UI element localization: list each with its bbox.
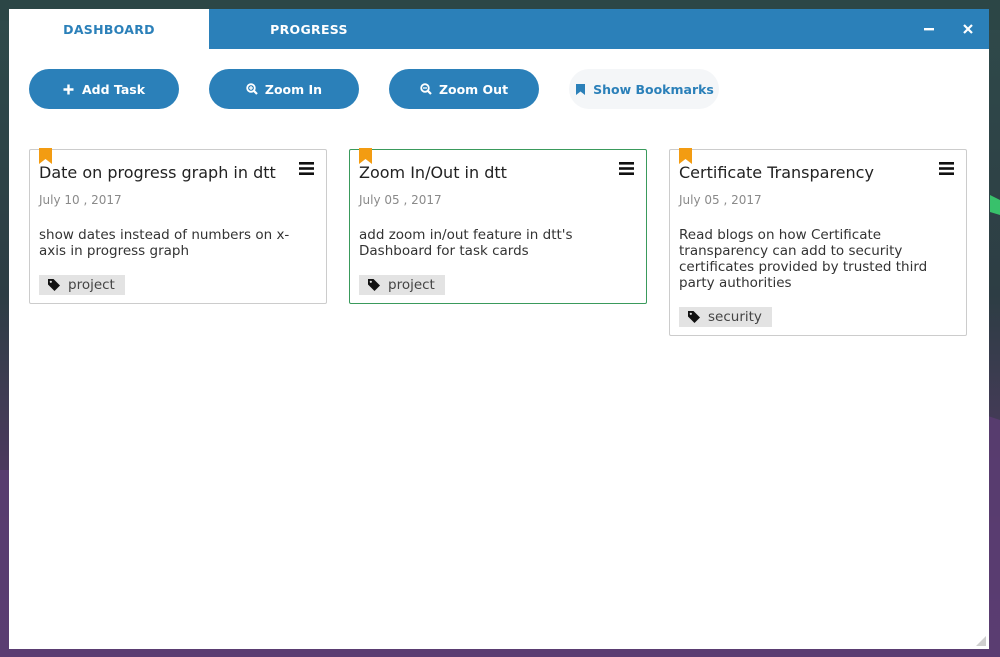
tag-icon — [688, 311, 700, 323]
show-bookmarks-label: Show Bookmarks — [593, 81, 714, 97]
add-task-label: Add Task — [81, 81, 146, 97]
card-description: Read blogs on how Certificate transparen… — [679, 227, 928, 291]
card-title: Zoom In/Out in dtt — [359, 163, 507, 182]
task-card[interactable]: Date on progress graph in dtt July 10 , … — [29, 148, 327, 304]
bookmark-ribbon-icon[interactable] — [359, 148, 372, 164]
card-menu-icon[interactable] — [299, 162, 314, 175]
card-date: July 10 , 2017 — [39, 193, 122, 207]
close-icon — [963, 24, 973, 34]
card-menu-icon[interactable] — [619, 162, 634, 175]
zoom-out-label: Zoom Out — [438, 81, 509, 97]
app-window: DASHBOARD PROGRESS Add Task Zoom In Zoom… — [9, 9, 989, 649]
zoom-in-label: Zoom In — [264, 81, 323, 97]
card-tag[interactable]: security — [679, 307, 772, 327]
tag-label: security — [708, 309, 762, 325]
tag-label: project — [68, 277, 115, 293]
tab-progress[interactable]: PROGRESS — [209, 9, 409, 49]
card-date: July 05 , 2017 — [359, 193, 442, 207]
card-date: July 05 , 2017 — [679, 193, 762, 207]
zoom-in-button[interactable]: Zoom In — [209, 69, 359, 109]
task-card[interactable]: Certificate Transparency July 05 , 2017 … — [669, 148, 967, 336]
close-button[interactable] — [958, 19, 978, 39]
card-title: Date on progress graph in dtt — [39, 163, 276, 182]
minus-icon — [924, 28, 934, 31]
zoom-out-icon — [420, 83, 432, 95]
card-menu-icon[interactable] — [939, 162, 954, 175]
tag-icon — [48, 279, 60, 291]
zoom-in-icon — [246, 83, 258, 95]
card-description: show dates instead of numbers on x-axis … — [39, 227, 290, 259]
card-tag[interactable]: project — [39, 275, 125, 295]
add-task-button[interactable]: Add Task — [29, 69, 179, 109]
card-description: add zoom in/out feature in dtt's Dashboa… — [359, 227, 573, 259]
plus-icon — [63, 83, 75, 95]
tab-bar: DASHBOARD PROGRESS — [9, 9, 989, 49]
show-bookmarks-button[interactable]: Show Bookmarks — [569, 69, 719, 109]
card-title: Certificate Transparency — [679, 163, 874, 182]
card-tag[interactable]: project — [359, 275, 445, 295]
tag-icon — [368, 279, 380, 291]
tab-dashboard[interactable]: DASHBOARD — [9, 9, 209, 49]
zoom-out-button[interactable]: Zoom Out — [389, 69, 539, 109]
minimize-button[interactable] — [919, 19, 939, 39]
bookmark-icon — [574, 83, 586, 95]
bookmark-ribbon-icon[interactable] — [679, 148, 692, 164]
resize-grip-icon[interactable] — [976, 636, 986, 646]
bookmark-ribbon-icon[interactable] — [39, 148, 52, 164]
tag-label: project — [388, 277, 435, 293]
task-card[interactable]: Zoom In/Out in dtt July 05 , 2017 add zo… — [349, 148, 647, 304]
